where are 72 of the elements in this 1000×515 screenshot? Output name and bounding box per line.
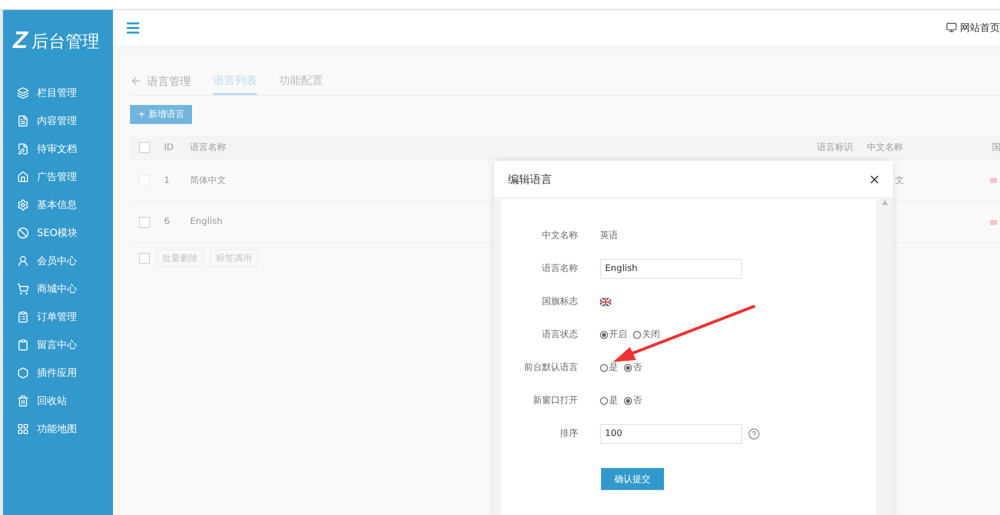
checkbox[interactable]: [139, 252, 150, 264]
checkbox[interactable]: [139, 142, 150, 153]
column-header: 语言标识: [817, 142, 853, 154]
field-label: 新窗口打开: [532, 394, 579, 407]
field-label: 前台默认语言: [523, 362, 579, 374]
dialog-title: 编辑语言: [508, 172, 552, 186]
radio-option[interactable]: 是: [600, 394, 618, 407]
radio-option[interactable]: 否: [624, 361, 642, 374]
sidebar-item[interactable]: 待审文档: [3, 135, 113, 163]
monitor-icon: [946, 22, 957, 33]
back-arrow-icon: [130, 75, 142, 87]
menu-icon[interactable]: [125, 20, 141, 36]
tab[interactable]: 功能配置: [279, 67, 323, 95]
user-icon: [17, 255, 29, 267]
sidebar-item[interactable]: 订单管理: [3, 303, 113, 331]
sidebar-item[interactable]: 会员中心: [3, 247, 113, 275]
layers-icon: [17, 87, 29, 99]
field-label: 语言状态: [541, 328, 579, 341]
column-header: 国: [992, 142, 1000, 154]
logo-text: 后台管理: [32, 30, 100, 52]
column-header: ID: [164, 142, 174, 152]
sidebar-item[interactable]: 留言中心: [3, 331, 113, 359]
add-language-button[interactable]: + 新增语言: [130, 105, 192, 124]
flag-icon: [600, 298, 611, 306]
field-label: 语言名称: [541, 262, 579, 275]
table-cell-text: 文: [895, 174, 904, 187]
table-cell: 1: [164, 176, 170, 186]
logo-mark: Z: [13, 27, 28, 55]
flag-icon: [990, 178, 997, 183]
sidebar-item[interactable]: 插件应用: [3, 359, 113, 387]
back-link[interactable]: 语言管理: [130, 74, 191, 88]
website-home-link[interactable]: 网站首页: [946, 20, 1000, 34]
field-label: 中文名称: [541, 230, 579, 242]
input-field[interactable]: 100: [600, 424, 742, 444]
close-icon[interactable]: [868, 172, 881, 186]
submit-button[interactable]: 确认提交: [601, 468, 664, 490]
sidebar-item[interactable]: SEO模块: [3, 219, 113, 247]
field-label: 国旗标志: [541, 296, 579, 308]
trash-icon: [17, 395, 29, 407]
settings-icon: [17, 199, 29, 211]
flag-icon: [990, 220, 997, 224]
edit-document-icon: [17, 143, 29, 155]
sidebar-item[interactable]: 栏目管理: [3, 79, 113, 107]
sidebar-item[interactable]: 广告管理: [3, 163, 113, 191]
radio-option[interactable]: 否: [624, 394, 642, 407]
house-icon: [17, 171, 29, 183]
table-cell: 6: [164, 217, 170, 227]
sidebar-item[interactable]: 基本信息: [3, 191, 113, 219]
radio-option[interactable]: 关闭: [633, 328, 660, 341]
help-icon[interactable]: [748, 428, 760, 440]
hexagon-icon: [17, 367, 29, 379]
clipboard-icon: [17, 339, 29, 351]
field-label: 排序: [559, 428, 579, 440]
checkbox[interactable]: [139, 216, 150, 228]
table-cell: English: [190, 217, 222, 227]
sidebar-item[interactable]: 功能地图: [3, 415, 113, 443]
radio-option[interactable]: 是: [600, 361, 618, 374]
grid-icon: [17, 423, 29, 435]
radio-option[interactable]: 开启: [600, 328, 627, 341]
scroll-up-icon[interactable]: [882, 200, 888, 205]
document-icon: [17, 115, 29, 127]
sidebar-item[interactable]: 商城中心: [3, 275, 113, 303]
sidebar-item[interactable]: 内容管理: [3, 107, 113, 135]
cart-icon: [17, 283, 29, 295]
field-value: 英语: [600, 230, 618, 242]
column-header: 中文名称: [867, 142, 903, 154]
list-icon: [17, 311, 29, 323]
table-cell-text: 简体中文: [190, 174, 226, 187]
sidebar-item[interactable]: 回收站: [3, 387, 113, 415]
column-header: 语言名称: [190, 142, 226, 154]
input-field[interactable]: English: [600, 258, 742, 278]
ban-icon: [17, 227, 29, 239]
